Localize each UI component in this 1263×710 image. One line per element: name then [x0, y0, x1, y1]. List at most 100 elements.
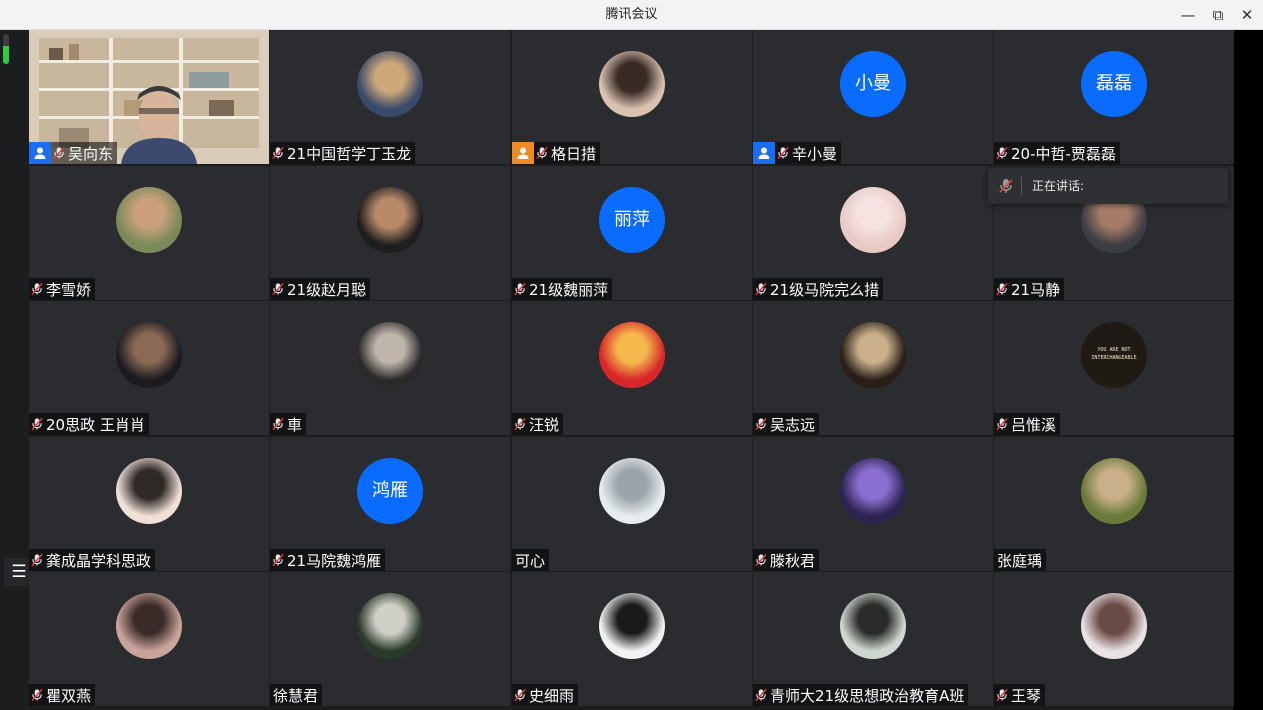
- participant-tile[interactable]: 20思政 王肖肖: [29, 301, 269, 435]
- microphone-muted-icon: [753, 413, 769, 435]
- participant-name: 青师大21级思想政治教育A班: [770, 686, 965, 705]
- participant-tile[interactable]: YOU ARE NOT INTERCHANGEABLE 吕惟溪: [994, 301, 1234, 435]
- participant-name-bar: 张庭瑀: [994, 549, 1047, 571]
- participant-name: 瞿双燕: [46, 686, 92, 705]
- participant-name: 21马静: [1011, 280, 1061, 299]
- left-toolbar: ☰: [0, 30, 34, 710]
- participant-tile[interactable]: 滕秋君: [753, 437, 993, 571]
- participant-tile[interactable]: 磊磊 20-中哲-贾磊磊: [994, 30, 1234, 164]
- participant-name: 吴向东: [68, 144, 114, 163]
- microphone-muted-icon: [29, 413, 45, 435]
- participant-tile[interactable]: 汪锐: [512, 301, 752, 435]
- participant-name-bar: 辛小曼: [753, 142, 842, 164]
- microphone-muted-icon: [775, 142, 791, 164]
- participant-tile[interactable]: 車: [270, 301, 510, 435]
- microphone-muted-icon: [512, 278, 528, 300]
- participant-name: 王琴: [1011, 686, 1042, 705]
- participant-tile[interactable]: 21级赵月聪: [270, 166, 510, 300]
- avatar: [357, 187, 423, 253]
- participant-tile[interactable]: 吴志远: [753, 301, 993, 435]
- participant-tile[interactable]: 21中国哲学丁玉龙: [270, 30, 510, 164]
- participant-tile[interactable]: 21级马院完么措: [753, 166, 993, 300]
- participant-name: 21马院魏鸿雁: [287, 551, 382, 570]
- audio-level-fill: [3, 46, 9, 64]
- participant-name-bar: 格日措: [512, 142, 601, 164]
- participant-tile[interactable]: 吴向东: [29, 30, 269, 164]
- close-button[interactable]: ✕: [1232, 0, 1262, 30]
- participant-tile[interactable]: 王琴: [994, 572, 1234, 706]
- avatar: [116, 593, 182, 659]
- microphone-muted-icon: [29, 278, 45, 300]
- participant-tile[interactable]: 张庭瑀: [994, 437, 1234, 571]
- microphone-muted-icon: [994, 413, 1010, 435]
- participant-tile[interactable]: 李雪娇: [29, 166, 269, 300]
- participant-name-bar: 21级魏丽萍: [512, 278, 613, 300]
- participant-name-bar: 瞿双燕: [29, 684, 96, 706]
- microphone-muted-icon: [270, 278, 286, 300]
- participant-name-bar: 汪锐: [512, 413, 564, 435]
- participant-name-bar: 吴向东: [29, 142, 118, 164]
- microphone-muted-icon: [534, 142, 550, 164]
- participant-tile[interactable]: 鸿雁 21马院魏鸿雁: [270, 437, 510, 571]
- minimize-button[interactable]: —: [1173, 0, 1203, 30]
- participant-tile[interactable]: 史细雨: [512, 572, 752, 706]
- avatar-initials: 小曼: [840, 51, 906, 117]
- avatar: [1081, 593, 1147, 659]
- video-grid: 吴向东 21中国哲学丁玉龙 格日措 小曼 辛小曼 磊磊 20-中哲-贾磊磊 李雪娇 21级赵月聪…: [29, 30, 1234, 710]
- microphone-muted-icon: [753, 684, 769, 706]
- participant-tile[interactable]: 青师大21级思想政治教育A班: [753, 572, 993, 706]
- avatar: [840, 458, 906, 524]
- participant-tile[interactable]: 小曼辛小曼: [753, 30, 993, 164]
- avatar: [599, 51, 665, 117]
- microphone-muted-icon: [270, 413, 286, 435]
- participant-name: 21级赵月聪: [287, 280, 367, 299]
- participant-name-bar: 21级赵月聪: [270, 278, 371, 300]
- participant-name: 格日措: [551, 144, 597, 163]
- microphone-muted-icon: [29, 684, 45, 706]
- microphone-muted-icon: [270, 549, 286, 571]
- participant-name-bar: 史细雨: [512, 684, 579, 706]
- avatar: [840, 322, 906, 388]
- participant-name-bar: 20-中哲-贾磊磊: [994, 142, 1120, 164]
- avatar: [357, 51, 423, 117]
- restore-button[interactable]: ⧉: [1203, 0, 1233, 30]
- participant-tile[interactable]: 徐慧君: [270, 572, 510, 706]
- participant-name-bar: 徐慧君: [270, 684, 323, 706]
- participant-name: 20-中哲-贾磊磊: [1011, 144, 1116, 163]
- participant-name: 21中国哲学丁玉龙: [287, 144, 412, 163]
- avatar: [599, 458, 665, 524]
- participant-name-bar: 21马院魏鸿雁: [270, 549, 386, 571]
- participant-name: 21级魏丽萍: [529, 280, 609, 299]
- avatar: [599, 593, 665, 659]
- participant-tile[interactable]: 龚成晶学科思政: [29, 437, 269, 571]
- avatar: [357, 593, 423, 659]
- avatar: [357, 322, 423, 388]
- avatar: [599, 322, 665, 388]
- participant-name: 車: [287, 415, 303, 434]
- avatar-initials: 丽萍: [599, 187, 665, 253]
- participant-name-bar: 20思政 王肖肖: [29, 413, 149, 435]
- host-badge-icon: [753, 142, 775, 164]
- participant-name-bar: 可心: [512, 549, 550, 571]
- avatar-initials: 鸿雁: [357, 458, 423, 524]
- speaking-label: 正在讲话:: [1032, 179, 1085, 193]
- participant-name-bar: 21级马院完么措: [753, 278, 884, 300]
- participant-name-bar: 龚成晶学科思政: [29, 549, 156, 571]
- participant-name-bar: 車: [270, 413, 307, 435]
- participant-tile[interactable]: 可心: [512, 437, 752, 571]
- title-bar: 腾讯会议 — ⧉ ✕: [0, 0, 1263, 30]
- participant-name: 吕惟溪: [1011, 415, 1057, 434]
- participant-name: 可心: [515, 551, 546, 570]
- microphone-muted-icon: [512, 684, 528, 706]
- avatar: [116, 322, 182, 388]
- participant-tile[interactable]: 瞿双燕: [29, 572, 269, 706]
- audio-level-meter: [3, 34, 9, 64]
- right-scrollbar[interactable]: [1233, 30, 1263, 710]
- participant-tile[interactable]: 格日措: [512, 30, 752, 164]
- participant-name: 21级马院完么措: [770, 280, 880, 299]
- participant-name-bar: 21马静: [994, 278, 1065, 300]
- participant-name: 辛小曼: [792, 144, 838, 163]
- participant-name-bar: 滕秋君: [753, 549, 820, 571]
- participant-name-bar: 青师大21级思想政治教育A班: [753, 684, 969, 706]
- participant-tile[interactable]: 丽萍 21级魏丽萍: [512, 166, 752, 300]
